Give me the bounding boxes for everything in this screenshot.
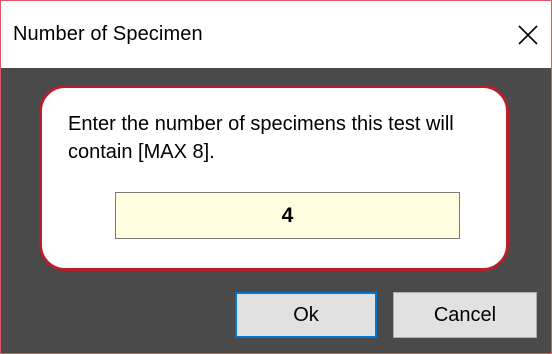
prompt-panel: Enter the number of specimens this test … — [39, 85, 509, 271]
ok-button[interactable]: Ok — [235, 292, 377, 338]
close-icon — [518, 24, 538, 45]
title-bar[interactable]: Number of Specimen — [1, 1, 551, 68]
window-title: Number of Specimen — [13, 23, 203, 45]
close-button[interactable] — [505, 1, 551, 68]
cancel-button[interactable]: Cancel — [393, 292, 537, 338]
dialog-window: Number of Specimen Enter the number of s… — [0, 0, 552, 354]
prompt-text: Enter the number of specimens this test … — [68, 113, 454, 163]
specimen-count-input[interactable] — [115, 192, 460, 239]
